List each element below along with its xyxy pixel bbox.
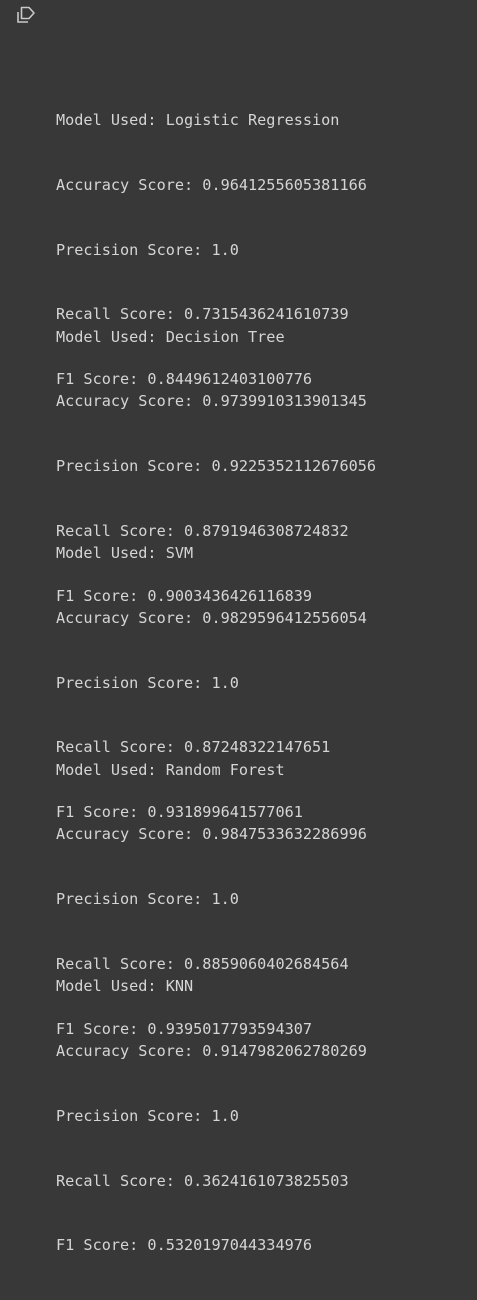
model-used-line: Model Used: Random Forest — [56, 760, 285, 779]
result-block-logistic-regression: Model Used: Logistic Regression Accuracy… — [56, 67, 471, 388]
precision-score-line: Precision Score: 1.0 — [56, 673, 239, 692]
model-used-line: Model Used: SVM — [56, 544, 194, 563]
accuracy-score-line: Accuracy Score: 0.9829596412556054 — [56, 608, 367, 627]
output-redirect-icon[interactable] — [17, 6, 37, 24]
cell-output-area: Model Used: Logistic Regression Accuracy… — [0, 0, 477, 1254]
precision-score-line: Precision Score: 1.0 — [56, 890, 239, 909]
model-used-line: Model Used: Logistic Regression — [56, 110, 340, 129]
accuracy-score-line: Accuracy Score: 0.9147982062780269 — [56, 1042, 367, 1061]
precision-score-line: Precision Score: 0.9225352112676056 — [56, 457, 377, 476]
accuracy-score-line: Accuracy Score: 0.9847533632286996 — [56, 825, 367, 844]
output-text: Model Used: Logistic Regression Accuracy… — [56, 2, 471, 1254]
precision-score-line: Precision Score: 1.0 — [56, 1106, 239, 1125]
model-used-line: Model Used: Decision Tree — [56, 327, 285, 346]
accuracy-score-line: Accuracy Score: 0.9739910313901345 — [56, 392, 367, 411]
precision-score-line: Precision Score: 1.0 — [56, 240, 239, 259]
recall-score-line: Recall Score: 0.3624161073825503 — [56, 1171, 349, 1190]
model-used-line: Model Used: KNN — [56, 977, 194, 996]
f1-score-line: F1 Score: 0.5320197044334976 — [56, 1236, 313, 1255]
accuracy-score-line: Accuracy Score: 0.9641255605381166 — [56, 175, 367, 194]
